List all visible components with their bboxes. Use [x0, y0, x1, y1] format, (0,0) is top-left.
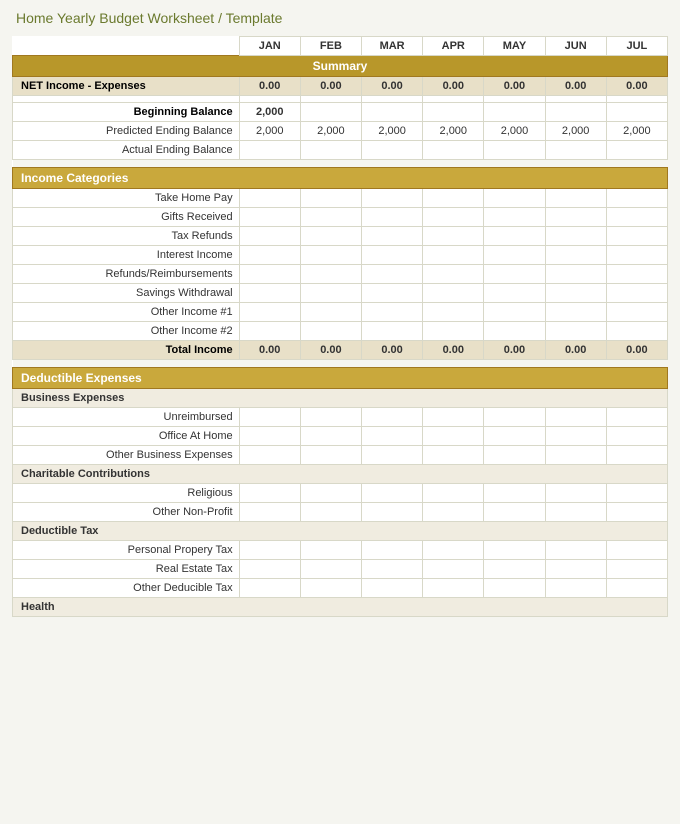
predicted-balance-row: Predicted Ending Balance 2,000 2,000 2,0…	[13, 122, 668, 141]
income-row-1: Gifts Received	[13, 208, 668, 227]
unreimbursed-label: Unreimbursed	[13, 408, 240, 427]
header-mar: MAR	[362, 37, 423, 56]
pred-jan: 2,000	[239, 122, 300, 141]
summary-section-header: Summary	[13, 56, 668, 77]
total-jul: 0.00	[606, 341, 667, 360]
month-header-row: JAN FEB MAR APR MAY JUN JUL	[13, 37, 668, 56]
real-estate-tax-label: Real Estate Tax	[13, 560, 240, 579]
deductible-tax-row-1: Real Estate Tax	[13, 560, 668, 579]
summary-label: Summary	[13, 56, 668, 77]
label-header	[13, 37, 240, 56]
health-label: Health	[13, 598, 668, 617]
budget-table: JAN FEB MAR APR MAY JUN JUL Summary NET …	[12, 36, 668, 617]
charitable-label: Charitable Contributions	[13, 465, 668, 484]
income-row-2: Tax Refunds	[13, 227, 668, 246]
spacer-2	[13, 160, 668, 168]
personal-property-tax-label: Personal Propery Tax	[13, 541, 240, 560]
pred-jun: 2,000	[545, 122, 606, 141]
net-income-row: NET Income - Expenses 0.00 0.00 0.00 0.0…	[13, 77, 668, 96]
income-row-3: Interest Income	[13, 246, 668, 265]
charitable-header: Charitable Contributions	[13, 465, 668, 484]
page-title: Home Yearly Budget Worksheet / Template	[12, 10, 668, 26]
actual-label: Actual Ending Balance	[13, 141, 240, 160]
other-business-label: Other Business Expenses	[13, 446, 240, 465]
income-gifts-received: Gifts Received	[13, 208, 240, 227]
income-refunds-reimbursements: Refunds/Reimbursements	[13, 265, 240, 284]
income-row-5: Savings Withdrawal	[13, 284, 668, 303]
total-income-label: Total Income	[13, 341, 240, 360]
income-interest-income: Interest Income	[13, 246, 240, 265]
income-row-6: Other Income #1	[13, 303, 668, 322]
business-row-0: Unreimbursed	[13, 408, 668, 427]
total-mar: 0.00	[362, 341, 423, 360]
header-jan: JAN	[239, 37, 300, 56]
deductible-label: Deductible Expenses	[13, 368, 668, 389]
predicted-label: Predicted Ending Balance	[13, 122, 240, 141]
income-other-1: Other Income #1	[13, 303, 240, 322]
total-apr: 0.00	[423, 341, 484, 360]
business-label: Business Expenses	[13, 389, 668, 408]
net-jun: 0.00	[545, 77, 606, 96]
pred-mar: 2,000	[362, 122, 423, 141]
pred-jul: 2,000	[606, 122, 667, 141]
business-expenses-header: Business Expenses	[13, 389, 668, 408]
deductible-tax-label: Deductible Tax	[13, 522, 668, 541]
pred-may: 2,000	[484, 122, 545, 141]
health-header: Health	[13, 598, 668, 617]
header-apr: APR	[423, 37, 484, 56]
income-row-7: Other Income #2	[13, 322, 668, 341]
religious-label: Religious	[13, 484, 240, 503]
net-mar: 0.00	[362, 77, 423, 96]
deductible-section-header: Deductible Expenses	[13, 368, 668, 389]
income-tax-refunds: Tax Refunds	[13, 227, 240, 246]
total-income-row: Total Income 0.00 0.00 0.00 0.00 0.00 0.…	[13, 341, 668, 360]
beginning-balance-label: Beginning Balance	[13, 103, 240, 122]
total-feb: 0.00	[300, 341, 361, 360]
business-row-2: Other Business Expenses	[13, 446, 668, 465]
beginning-balance-value: 2,000	[239, 103, 300, 122]
total-may: 0.00	[484, 341, 545, 360]
net-may: 0.00	[484, 77, 545, 96]
income-label: Income Categories	[13, 168, 668, 189]
deductible-tax-row-2: Other Deducible Tax	[13, 579, 668, 598]
header-jul: JUL	[606, 37, 667, 56]
income-section-header: Income Categories	[13, 168, 668, 189]
header-jun: JUN	[545, 37, 606, 56]
spacer-3	[13, 360, 668, 368]
other-deducible-tax-label: Other Deducible Tax	[13, 579, 240, 598]
spacer-1	[13, 96, 668, 103]
pred-feb: 2,000	[300, 122, 361, 141]
office-home-label: Office At Home	[13, 427, 240, 446]
business-row-1: Office At Home	[13, 427, 668, 446]
other-nonprofit-label: Other Non-Profit	[13, 503, 240, 522]
net-feb: 0.00	[300, 77, 361, 96]
total-jun: 0.00	[545, 341, 606, 360]
net-apr: 0.00	[423, 77, 484, 96]
net-income-label: NET Income - Expenses	[13, 77, 240, 96]
header-may: MAY	[484, 37, 545, 56]
beginning-balance-row: Beginning Balance 2,000	[13, 103, 668, 122]
total-jan: 0.00	[239, 341, 300, 360]
income-row-0: Take Home Pay	[13, 189, 668, 208]
charitable-row-0: Religious	[13, 484, 668, 503]
charitable-row-1: Other Non-Profit	[13, 503, 668, 522]
header-feb: FEB	[300, 37, 361, 56]
income-savings-withdrawal: Savings Withdrawal	[13, 284, 240, 303]
income-row-4: Refunds/Reimbursements	[13, 265, 668, 284]
income-other-2: Other Income #2	[13, 322, 240, 341]
page-container: Home Yearly Budget Worksheet / Template …	[0, 0, 680, 627]
pred-apr: 2,000	[423, 122, 484, 141]
deductible-tax-header: Deductible Tax	[13, 522, 668, 541]
actual-balance-row: Actual Ending Balance	[13, 141, 668, 160]
income-take-home-pay: Take Home Pay	[13, 189, 240, 208]
deductible-tax-row-0: Personal Propery Tax	[13, 541, 668, 560]
net-jan: 0.00	[239, 77, 300, 96]
net-jul: 0.00	[606, 77, 667, 96]
